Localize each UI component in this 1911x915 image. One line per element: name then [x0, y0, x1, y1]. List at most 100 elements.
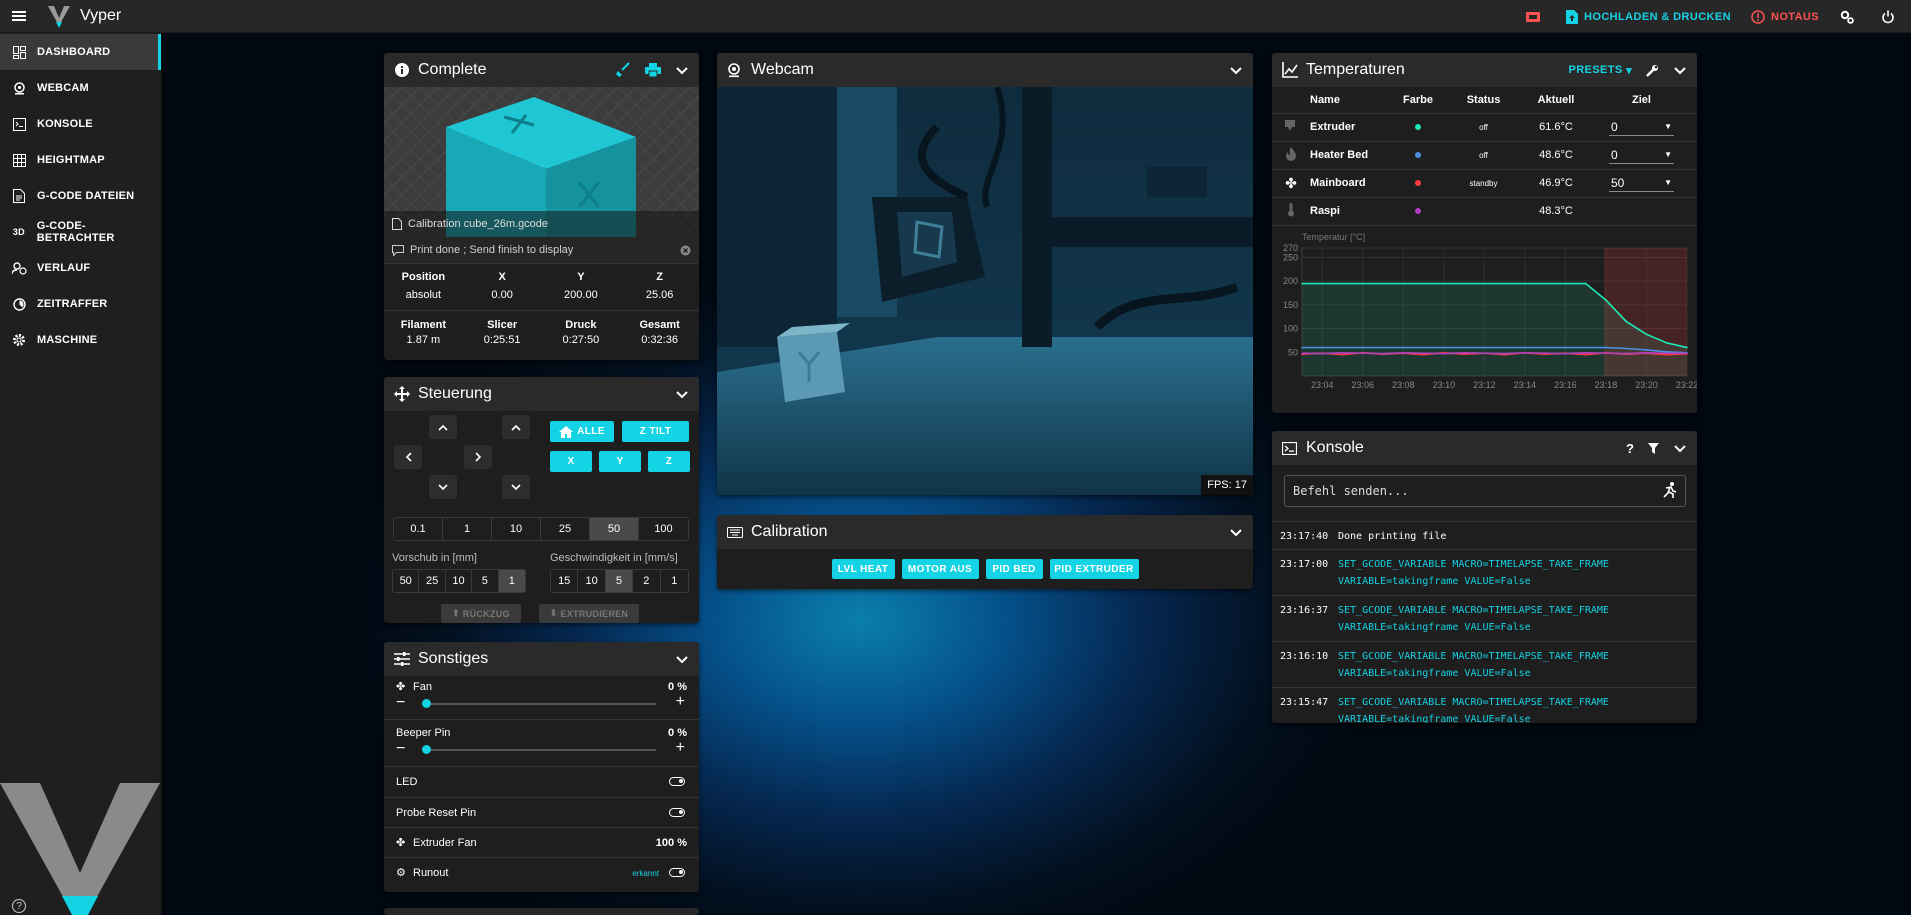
fan-increase-button[interactable]: +: [676, 693, 685, 711]
feed-speed-option[interactable]: 10: [578, 570, 606, 592]
feed-speed-option[interactable]: 1: [660, 570, 688, 592]
console-entry-message[interactable]: SET_GCODE_VARIABLE MACRO=TIMELAPSE_TAKE_…: [1338, 556, 1689, 590]
console-entry-message[interactable]: SET_GCODE_VARIABLE MACRO=TIMELAPSE_TAKE_…: [1338, 694, 1689, 723]
chevron-down-icon[interactable]: [675, 652, 689, 666]
runout-toggle[interactable]: [669, 868, 685, 877]
chart-data-point: [1564, 346, 1567, 349]
step-size-option[interactable]: 10: [492, 518, 541, 540]
fan-slider[interactable]: [424, 703, 656, 705]
fan-icon: ✤: [1272, 168, 1310, 197]
menu-button[interactable]: [0, 0, 38, 33]
z-tilt-button[interactable]: Z TILT: [622, 421, 689, 442]
clear-brush-icon[interactable]: [615, 62, 631, 78]
chart-data-point: [1341, 351, 1344, 354]
pid-bed-button[interactable]: PID BED: [985, 559, 1043, 579]
jog-z-minus-button[interactable]: [502, 475, 530, 499]
sidebar-item-console[interactable]: KONSOLE: [0, 106, 161, 142]
chevron-down-icon[interactable]: [1229, 525, 1243, 539]
jog-z-plus-button[interactable]: [502, 415, 530, 439]
filter-icon[interactable]: [1648, 442, 1659, 454]
jog-x-minus-button[interactable]: [394, 445, 422, 469]
webcam-status-button[interactable]: [1516, 0, 1556, 33]
target-select[interactable]: 0 ▼: [1609, 118, 1674, 136]
beeper-slider-thumb[interactable]: [422, 745, 431, 754]
target-select[interactable]: 0 ▼: [1609, 146, 1674, 164]
feed-speed-option[interactable]: 15: [551, 570, 579, 592]
step-size-selector[interactable]: 0.1 1 10 25 50 100: [393, 517, 689, 541]
col-status: Status: [1466, 93, 1501, 106]
step-size-option[interactable]: 1: [443, 518, 492, 540]
help-icon[interactable]: ?: [12, 899, 26, 913]
sidebar-item-timelapse[interactable]: ZEITRAFFER: [0, 286, 161, 322]
reprint-printer-icon[interactable]: [645, 63, 661, 77]
temperature-title: Temperaturen: [1306, 61, 1405, 78]
sidebar-item-dashboard[interactable]: DASHBOARD: [0, 34, 161, 70]
command-input[interactable]: Befehl senden...: [1284, 475, 1686, 507]
feed-speed-option[interactable]: 2: [633, 570, 661, 592]
settings-button[interactable]: [1829, 0, 1871, 33]
color-dot[interactable]: [1415, 124, 1421, 130]
home-x-button[interactable]: X: [550, 451, 592, 472]
sidebar-item-machine[interactable]: MASCHINE: [0, 322, 161, 358]
feed-amount-option[interactable]: 5: [472, 570, 499, 592]
chevron-down-icon[interactable]: [1673, 441, 1687, 455]
home-z-button[interactable]: Z: [648, 451, 690, 472]
chevron-down-icon[interactable]: [1673, 63, 1687, 77]
home-all-button[interactable]: ALLE: [550, 421, 614, 442]
chart-data-point: [1422, 282, 1425, 285]
wrench-icon[interactable]: [1646, 64, 1659, 77]
lvl-heat-button[interactable]: LVL HEAT: [831, 559, 895, 579]
feed-speed-selector[interactable]: 15 10 5 2 1: [550, 569, 689, 593]
upload-print-button[interactable]: HOCHLADEN & DRUCKEN: [1556, 0, 1741, 33]
power-button[interactable]: [1871, 0, 1911, 33]
emergency-stop-button[interactable]: NOTAUS: [1741, 0, 1829, 33]
feed-speed-option[interactable]: 5: [605, 570, 634, 592]
fan-slider-thumb[interactable]: [422, 699, 431, 708]
motor-off-button[interactable]: MOTOR AUS: [901, 559, 979, 579]
jog-y-minus-button[interactable]: [429, 475, 457, 499]
jog-x-plus-button[interactable]: [464, 445, 492, 469]
feed-amount-option[interactable]: 50: [393, 570, 420, 592]
sidebar-item-history[interactable]: VERLAUF: [0, 250, 161, 286]
chart-data-point: [1483, 346, 1486, 349]
console-entry-message[interactable]: SET_GCODE_VARIABLE MACRO=TIMELAPSE_TAKE_…: [1338, 648, 1689, 682]
heater-bed-icon: [1272, 140, 1310, 169]
sidebar-item-gcode-files[interactable]: G-CODE DATEIEN: [0, 178, 161, 214]
chevron-down-icon[interactable]: [1229, 63, 1243, 77]
feed-amount-option[interactable]: 1: [498, 570, 525, 592]
step-size-option[interactable]: 0.1: [394, 518, 443, 540]
step-size-option[interactable]: 100: [639, 518, 688, 540]
retract-button[interactable]: ⬆ RÜCKZUG: [441, 604, 521, 623]
presets-button[interactable]: PRESETS ▾: [1568, 64, 1632, 77]
beeper-decrease-button[interactable]: −: [396, 740, 405, 758]
step-size-option[interactable]: 50: [590, 518, 639, 540]
home-y-button[interactable]: Y: [599, 451, 641, 472]
beeper-slider[interactable]: [424, 749, 656, 751]
feed-amount-option[interactable]: 25: [419, 570, 446, 592]
feed-amount-option[interactable]: 10: [445, 570, 473, 592]
sidebar-item-heightmap[interactable]: HEIGHTMAP: [0, 142, 161, 178]
probe-toggle[interactable]: [669, 808, 685, 817]
fan-decrease-button[interactable]: −: [396, 694, 405, 712]
console-entry-message[interactable]: SET_GCODE_VARIABLE MACRO=TIMELAPSE_TAKE_…: [1338, 602, 1689, 636]
chevron-down-icon[interactable]: [675, 63, 689, 77]
feed-amount-selector[interactable]: 50 25 10 5 1: [392, 569, 526, 593]
beeper-increase-button[interactable]: +: [676, 739, 685, 757]
fan-label: Fan: [413, 681, 432, 693]
color-dot[interactable]: [1415, 180, 1421, 186]
total-value: 0:32:36: [641, 334, 678, 346]
help-question-icon[interactable]: ?: [1626, 441, 1634, 456]
extrude-button[interactable]: ⬇ EXTRUDIEREN: [539, 604, 639, 623]
color-dot[interactable]: [1415, 208, 1421, 215]
step-size-option[interactable]: 25: [541, 518, 590, 540]
pid-extruder-button[interactable]: PID EXTRUDER: [1049, 559, 1139, 579]
led-toggle[interactable]: [669, 777, 685, 786]
send-run-icon[interactable]: [1663, 481, 1677, 501]
sidebar-item-gcode-viewer[interactable]: 3D G-CODE-BETRACHTER: [0, 214, 161, 250]
close-circle-icon[interactable]: [680, 245, 691, 256]
color-dot[interactable]: [1415, 152, 1421, 158]
target-select[interactable]: 50 ▼: [1609, 174, 1674, 192]
jog-y-plus-button[interactable]: [429, 415, 457, 439]
chevron-down-icon[interactable]: [675, 387, 689, 401]
sidebar-item-webcam[interactable]: WEBCAM: [0, 70, 161, 106]
